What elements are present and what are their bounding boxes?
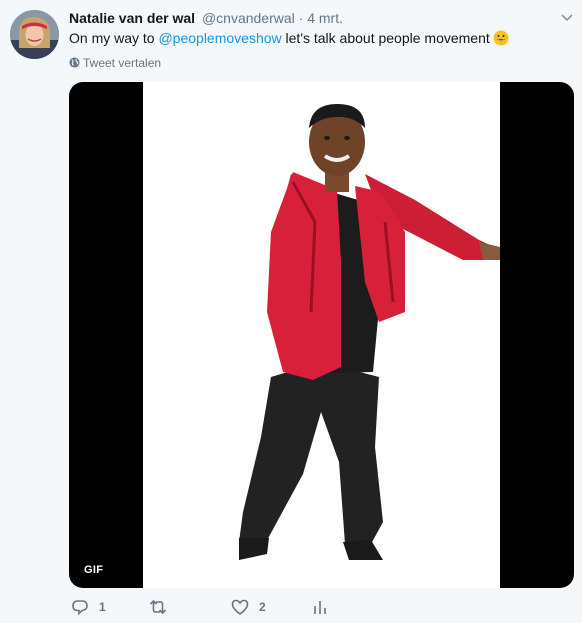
reply-button[interactable]: 1: [71, 596, 106, 618]
tweet-actions: 1 2: [69, 596, 369, 618]
tweet-text-after: let's talk about people movement: [281, 30, 490, 46]
tweet-header: Natalie van der wal @cnvanderwal · 4 mrt…: [69, 9, 343, 27]
grinning-face-emoji: [493, 30, 509, 46]
translate-label: Tweet vertalen: [83, 56, 162, 70]
analytics-icon: [314, 601, 326, 614]
header-separator: ·: [298, 10, 304, 26]
mention-link[interactable]: @peoplemoveshow: [158, 30, 281, 46]
globe-icon: [69, 57, 80, 68]
translate-tweet-link[interactable]: Tweet vertalen: [69, 55, 161, 71]
like-button[interactable]: 2: [231, 596, 266, 618]
tweet: Natalie van der wal @cnvanderwal · 4 mrt…: [0, 0, 582, 623]
chevron-down-icon[interactable]: [560, 10, 574, 24]
retweet-button[interactable]: [149, 596, 177, 618]
gif-frame: [143, 82, 501, 588]
like-count: 2: [259, 600, 266, 614]
tweet-text: On my way to @peoplemoveshow let's talk …: [69, 29, 509, 47]
gif-badge: GIF: [78, 560, 110, 580]
tweet-date[interactable]: 4 mrt.: [307, 10, 343, 26]
tweet-text-before: On my way to: [69, 30, 159, 46]
author-name[interactable]: Natalie van der wal: [69, 10, 195, 26]
author-handle[interactable]: @cnvanderwal: [202, 10, 295, 26]
like-icon: [231, 599, 249, 615]
analytics-button[interactable]: [311, 596, 329, 618]
reply-count: 1: [99, 600, 106, 614]
retweet-icon: [149, 599, 167, 615]
gif-media[interactable]: GIF: [69, 82, 574, 588]
reply-icon: [72, 600, 88, 616]
dancing-man-gif: [239, 104, 501, 560]
avatar[interactable]: [10, 10, 59, 59]
